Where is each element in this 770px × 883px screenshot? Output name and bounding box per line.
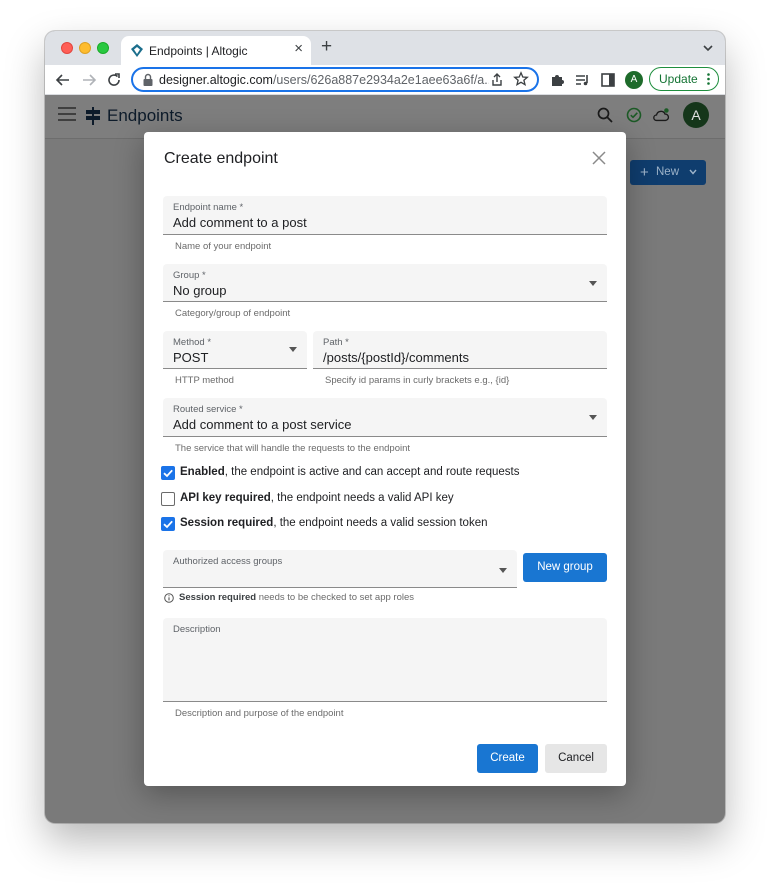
close-window-button[interactable]	[61, 42, 73, 54]
group-helper: Category/group of endpoint	[175, 308, 291, 319]
endpoint-name-helper: Name of your endpoint	[175, 241, 272, 252]
access-groups-label: Authorized access groups	[173, 556, 283, 567]
bookmark-star-icon[interactable]	[513, 71, 529, 87]
tab-close-icon[interactable]: ×	[294, 41, 303, 57]
new-endpoint-button[interactable]: + New	[630, 160, 706, 185]
plus-icon: +	[640, 164, 649, 181]
browser-window: Endpoints | Altogic × + designer.altogic…	[45, 31, 725, 823]
media-playlist-icon[interactable]	[573, 71, 591, 89]
chevron-down-icon	[689, 169, 697, 175]
method-value: POST	[173, 350, 209, 365]
tab-search-chevron-icon[interactable]	[701, 41, 715, 55]
user-avatar[interactable]: A	[683, 102, 709, 128]
new-button-label: New	[656, 166, 680, 178]
browser-profile-avatar[interactable]: A	[625, 71, 643, 89]
info-text: Session required needs to be checked to …	[179, 592, 415, 603]
update-label: Update	[659, 72, 698, 86]
description-label: Description	[173, 624, 221, 635]
path-label: Path *	[323, 337, 349, 348]
url-text[interactable]: designer.altogic.com/users/626a887e2934a…	[159, 73, 489, 87]
kebab-menu-icon	[707, 73, 710, 85]
back-arrow-icon[interactable]	[54, 71, 72, 89]
new-tab-button[interactable]: +	[321, 37, 332, 57]
browser-toolbar: designer.altogic.com/users/626a887e2934a…	[45, 65, 725, 95]
update-button[interactable]: Update	[649, 67, 719, 91]
hamburger-menu-icon[interactable]	[58, 107, 76, 121]
cancel-button[interactable]: Cancel	[545, 744, 607, 773]
browser-tab-endpoints[interactable]: Endpoints | Altogic ×	[121, 36, 311, 65]
group-value: No group	[173, 283, 227, 298]
group-label: Group *	[173, 270, 206, 281]
session-label: Session required, the endpoint needs a v…	[180, 517, 488, 529]
info-icon	[164, 593, 174, 603]
lock-icon[interactable]	[142, 73, 154, 87]
cloud-status-icon[interactable]	[652, 106, 670, 124]
share-icon[interactable]	[489, 72, 505, 88]
close-icon[interactable]	[592, 151, 606, 165]
api-key-label: API key required, the endpoint needs a v…	[180, 492, 454, 504]
endpoint-name-value: Add comment to a post	[173, 215, 307, 230]
group-select[interactable]: Group * No group	[163, 264, 607, 302]
create-button[interactable]: Create	[477, 744, 538, 773]
description-helper: Description and purpose of the endpoint	[175, 708, 344, 719]
path-helper: Specify id params in curly brackets e.g.…	[325, 375, 510, 386]
description-textarea[interactable]: Description	[163, 618, 607, 702]
endpoint-name-field[interactable]: Endpoint name * Add comment to a post	[163, 196, 607, 235]
address-bar[interactable]: designer.altogic.com/users/626a887e2934a…	[131, 67, 539, 92]
path-value: /posts/{postId}/comments	[323, 350, 469, 365]
side-panel-icon[interactable]	[599, 71, 617, 89]
dialog-title: Create endpoint	[164, 150, 278, 167]
tab-title: Endpoints | Altogic	[149, 44, 248, 58]
routed-service-helper: The service that will handle the request…	[175, 443, 411, 454]
routed-service-label: Routed service *	[173, 404, 243, 415]
endpoint-name-label: Endpoint name *	[173, 202, 244, 213]
search-icon[interactable]	[596, 106, 614, 124]
minimize-window-button[interactable]	[79, 42, 91, 54]
session-checkbox[interactable]	[161, 517, 175, 531]
maximize-window-button[interactable]	[97, 42, 109, 54]
new-group-button[interactable]: New group	[523, 553, 607, 582]
forward-arrow-icon[interactable]	[80, 71, 98, 89]
status-check-icon[interactable]	[625, 106, 643, 124]
api-key-checkbox[interactable]	[161, 492, 175, 506]
dropdown-arrow-icon	[289, 347, 297, 352]
url-path: /users/626a887e2934a2e1aee63a6f/a...	[272, 73, 489, 87]
routed-service-select[interactable]: Routed service * Add comment to a post s…	[163, 398, 607, 437]
method-select[interactable]: Method * POST	[163, 331, 307, 369]
reload-icon[interactable]	[105, 71, 123, 89]
path-field[interactable]: Path * /posts/{postId}/comments	[313, 331, 607, 369]
method-label: Method *	[173, 337, 212, 348]
enabled-label: Enabled, the endpoint is active and can …	[180, 466, 520, 478]
url-host: designer.altogic.com	[159, 73, 273, 87]
altogic-logo-icon	[131, 44, 143, 57]
dropdown-arrow-icon	[589, 281, 597, 286]
enabled-checkbox[interactable]	[161, 466, 175, 480]
dropdown-arrow-icon	[589, 415, 597, 420]
method-helper: HTTP method	[175, 375, 234, 386]
extensions-puzzle-icon[interactable]	[548, 71, 566, 89]
routed-service-value: Add comment to a post service	[173, 417, 352, 432]
tab-strip: Endpoints | Altogic × +	[45, 31, 725, 65]
access-groups-select[interactable]: Authorized access groups	[163, 550, 517, 588]
page-title: Endpoints	[107, 106, 183, 125]
endpoints-signpost-icon	[86, 107, 100, 125]
dropdown-arrow-icon	[499, 568, 507, 573]
create-endpoint-dialog: Create endpoint Endpoint name * Add comm…	[144, 132, 626, 786]
